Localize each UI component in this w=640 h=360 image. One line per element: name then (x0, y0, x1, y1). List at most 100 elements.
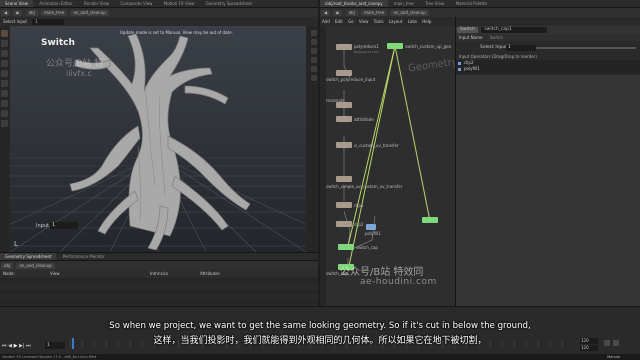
snap-tool-icon[interactable] (1, 100, 8, 107)
tab-main-tree[interactable]: main_tree (389, 0, 419, 7)
node-label-switch-custom-up-geo: switch_custom_up_geo (405, 44, 452, 49)
watermark-line1: 公众号/B站 特效同 (340, 267, 424, 278)
net-path-obj[interactable]: obj (345, 10, 358, 16)
node-switch-polyreduce-input[interactable] (336, 70, 352, 76)
param-select-input-row: Select Input 1 (456, 44, 640, 52)
menu-add[interactable]: Add (320, 19, 332, 24)
node-clip1[interactable] (336, 202, 352, 208)
param-select-input-slider[interactable] (536, 47, 636, 49)
net-path-node[interactable]: on_and_cleanup (390, 10, 429, 16)
menu-labs[interactable]: Labs (406, 19, 419, 24)
node-label-switch-simple-uv: switch_simple_uv_custom_uv_transfer (326, 184, 403, 189)
right-path-bar: ◀ ▶ obj main_tree on_and_cleanup (320, 8, 640, 17)
viewport-toolbar: Select Input 1 (0, 17, 318, 26)
menu-tools[interactable]: Tools (372, 19, 386, 24)
viewport-input-field[interactable]: 1 (50, 222, 78, 229)
param-empty-area (456, 75, 640, 306)
subtitle-chinese: 这样，当我们投影时，我们就能得到外观相同的几何体。所以如果它在地下被切割， (153, 336, 487, 346)
spreadsheet-grid[interactable] (0, 279, 318, 307)
menu-go[interactable]: Go (346, 19, 356, 24)
node-attribfade[interactable] (336, 116, 352, 122)
menu-view[interactable]: View (357, 19, 371, 24)
param-tab-input-name[interactable]: Input Name (456, 35, 485, 40)
sheet-view-menu[interactable]: View (50, 270, 60, 278)
wireframe-icon[interactable] (311, 39, 317, 45)
spreadsheet-tabbar: Geometry Spreadsheet Performance Monitor (0, 253, 318, 261)
node-clip2[interactable] (336, 221, 352, 227)
node-is-custom-uv-transfer[interactable] (336, 142, 352, 148)
tab-performance-monitor[interactable]: Performance Monitor (58, 253, 110, 260)
brush-tool-icon[interactable] (1, 110, 8, 117)
net-forward-button[interactable]: ▶ (333, 10, 343, 16)
tab-tree-view[interactable]: Tree View (420, 0, 449, 7)
menu-help[interactable]: Help (420, 19, 433, 24)
status-bar: Houdini FX Licensed Houdini 17.0 - x86_6… (0, 354, 640, 360)
node-label-polyfill1: polyfill1 (365, 231, 381, 236)
path-main-tree[interactable]: main_tree (41, 10, 68, 16)
viewport-status-text: Update mode is set to Manual. View may b… (120, 30, 233, 35)
param-input-item[interactable]: polyfill1 (456, 66, 640, 72)
view-tool-icon[interactable] (1, 90, 8, 97)
tab-geometry-spreadsheet-lower[interactable]: Geometry Spreadsheet (0, 253, 57, 260)
path-obj[interactable]: obj (25, 10, 38, 16)
tab-motion-fx-view[interactable]: Motion FX View (159, 0, 200, 7)
tab-material-palette[interactable]: Material Palette (451, 0, 492, 7)
node-type-badge: Switch (457, 27, 478, 33)
move-tool-icon[interactable] (1, 40, 8, 47)
network-menu-bar: Add Edit Go View Tools Layout Labs Help (320, 17, 455, 26)
node-label-switch-cap: switch_cap (356, 245, 378, 250)
rotate-tool-icon[interactable] (1, 50, 8, 57)
param-tab-switch[interactable]: Switch (487, 35, 506, 40)
status-left-text: Houdini FX Licensed Houdini 17.0 - x86_6… (2, 355, 97, 359)
node-switch-uv-green[interactable] (422, 217, 438, 223)
tab-geometry-spreadsheet[interactable]: Geometry Spreadsheet (201, 0, 257, 7)
tab-network-path[interactable]: /obj/root_trunks_and_canopy (320, 0, 388, 7)
nav-back-button[interactable]: ◀ (1, 10, 11, 16)
select-input-field[interactable]: 1 (32, 19, 65, 25)
param-inputs-list: clip2 polyfill1 (456, 60, 640, 74)
sheet-node-label: Node: (3, 271, 15, 276)
light-icon[interactable] (311, 66, 317, 72)
scene-viewport[interactable]: Switch Update mode is set to Manual. Vie… (10, 26, 306, 252)
axis-corner-indicator: L (14, 240, 18, 248)
spreadsheet-path-bar: obj on_and_cleanup (0, 261, 318, 270)
node-name-field[interactable]: switch_cap1 (481, 27, 548, 33)
tab-scene-view[interactable]: Scene View (0, 0, 33, 7)
shading-icon[interactable] (311, 48, 317, 54)
sheet-path-obj[interactable]: obj (1, 263, 14, 269)
param-input-label: clip2 (464, 60, 474, 65)
display-options-icon[interactable] (311, 30, 317, 36)
sheet-path-node[interactable]: on_and_cleanup (16, 263, 55, 269)
tab-animation-editor[interactable]: Animation Editor (34, 0, 78, 7)
menu-edit[interactable]: Edit (333, 19, 345, 24)
sheet-attributes-toggle[interactable]: Attributes (200, 270, 220, 278)
pose-tool-icon[interactable] (1, 80, 8, 87)
viewport-input-label: Input (36, 223, 49, 229)
net-back-button[interactable]: ◀ (321, 10, 331, 16)
tab-composite-view[interactable]: Composite View (115, 0, 157, 7)
sheet-intrinsics-toggle[interactable]: Intrinsics (150, 270, 168, 278)
path-node[interactable]: on_and_cleanup (70, 10, 109, 16)
net-path-main-tree[interactable]: main_tree (361, 10, 388, 16)
grid-icon[interactable] (311, 75, 317, 81)
param-select-input-field[interactable]: 1 (506, 45, 536, 51)
node-label-resample: resample (326, 98, 345, 103)
tab-render-view[interactable]: Render View (79, 0, 114, 7)
status-update-mode[interactable]: Manual (607, 354, 620, 360)
handle-tool-icon[interactable] (1, 70, 8, 77)
node-switch-cap[interactable] (338, 244, 354, 250)
node-polyreduce1[interactable] (336, 44, 352, 50)
node-switch-custom-up-geo[interactable] (387, 43, 403, 49)
spreadsheet-toolbar: Node: View Intrinsics Attributes (0, 270, 318, 278)
scale-tool-icon[interactable] (1, 60, 8, 67)
camera-icon[interactable] (311, 57, 317, 63)
nav-forward-button[interactable]: ▶ (13, 10, 23, 16)
select-tool-icon[interactable] (1, 30, 8, 37)
node-label-clip1: clip1 (354, 203, 364, 208)
lasso-tool-icon[interactable] (1, 120, 8, 127)
node-polyfill1[interactable] (366, 224, 376, 230)
menu-layout[interactable]: Layout (387, 19, 405, 24)
node-switch-simple-uv[interactable] (336, 176, 352, 182)
parameter-pane: Switch switch_cap1 Input Name Switch Sel… (455, 17, 640, 306)
watermark-line2: ae-houdini.com (360, 277, 437, 287)
